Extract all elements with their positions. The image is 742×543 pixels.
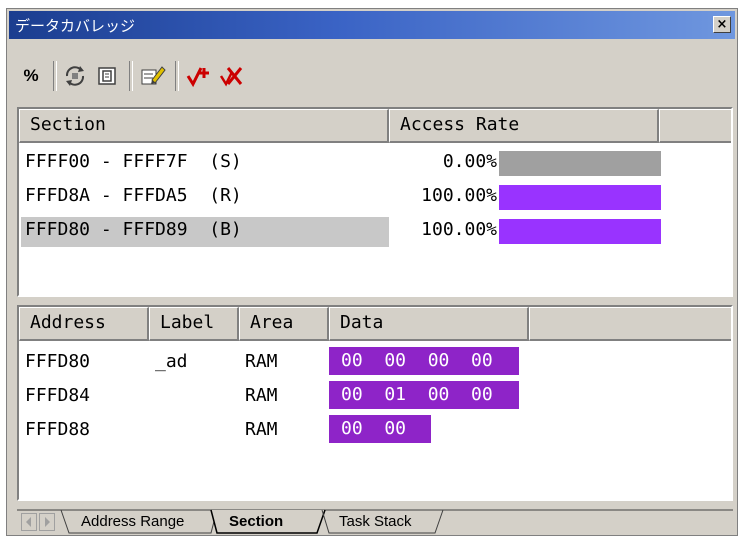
section-range[interactable]: FFFD8A - FFFDA5 (R) [25, 185, 242, 206]
refresh-button[interactable] [61, 63, 89, 89]
address-cell[interactable]: FFFD88 [25, 419, 90, 440]
delete-icon [219, 67, 243, 87]
data-pane: Address Label Area Data FFFD80 _ad RAM 00 0… [17, 305, 733, 501]
add-button[interactable] [185, 63, 213, 89]
access-rate-bar [499, 185, 661, 210]
tab-task-stack[interactable]: Task Stack [339, 513, 412, 530]
area-cell[interactable]: RAM [245, 351, 278, 372]
data-bytes-cell[interactable]: 00 00 00 00 [329, 347, 519, 375]
area-cell[interactable]: RAM [245, 419, 278, 440]
empty-column-header [529, 307, 731, 341]
access-rate-bar [499, 219, 661, 244]
data-bytes-cell[interactable]: 00 00 [329, 415, 431, 443]
label-cell[interactable]: _ad [155, 351, 188, 372]
arrow-left-icon [26, 517, 31, 527]
settings-button[interactable] [93, 63, 121, 89]
access-rate-column-header[interactable]: Access Rate [389, 109, 659, 143]
tab-scroll-left-button[interactable] [21, 513, 37, 531]
refresh-icon [65, 66, 85, 86]
percent-button[interactable]: % [17, 63, 45, 89]
access-rate-value: 100.00% [421, 219, 497, 240]
toolbar-separator [175, 61, 179, 91]
edit-button[interactable] [139, 63, 167, 89]
data-bytes-cell[interactable]: 00 01 00 00 [329, 381, 519, 409]
window-title: データカバレッジ [15, 17, 136, 35]
data-coverage-window: データカバレッジ × % Section Access Rate FFFF00 … [6, 8, 738, 536]
tab-scroll-right-button[interactable] [39, 513, 55, 531]
area-cell[interactable]: RAM [245, 385, 278, 406]
add-check-icon [186, 67, 209, 88]
label-column-header[interactable]: Label [149, 307, 239, 341]
empty-column-header [659, 109, 731, 143]
tab-strip: Address Range Section Task Stack [17, 509, 733, 535]
data-column-header[interactable]: Data [329, 307, 529, 341]
arrow-right-icon [45, 517, 50, 527]
area-column-header[interactable]: Area [239, 307, 329, 341]
document-icon [98, 67, 116, 85]
access-rate-value: 100.00% [421, 185, 497, 206]
address-cell[interactable]: FFFD84 [25, 385, 90, 406]
delete-button[interactable] [217, 63, 245, 89]
section-range[interactable]: FFFF00 - FFFF7F (S) [25, 151, 242, 172]
toolbar-separator [129, 61, 133, 91]
tab-address-range[interactable]: Address Range [81, 513, 184, 530]
section-pane: Section Access Rate FFFF00 - FFFF7F (S) 0… [17, 107, 733, 297]
title-bar[interactable]: データカバレッジ × [9, 11, 735, 39]
tab-section[interactable]: Section [229, 513, 283, 530]
section-column-header[interactable]: Section [19, 109, 389, 143]
toolbar: % [9, 43, 735, 101]
close-button[interactable]: × [713, 16, 731, 33]
section-range[interactable]: FFFD80 - FFFD89 (B) [25, 219, 242, 240]
toolbar-separator [53, 61, 57, 91]
address-column-header[interactable]: Address [19, 307, 149, 341]
address-cell[interactable]: FFFD80 [25, 351, 90, 372]
access-rate-value: 0.00% [442, 151, 497, 172]
percent-icon: % [23, 66, 39, 85]
edit-icon [141, 66, 166, 85]
access-rate-bar [499, 151, 661, 176]
